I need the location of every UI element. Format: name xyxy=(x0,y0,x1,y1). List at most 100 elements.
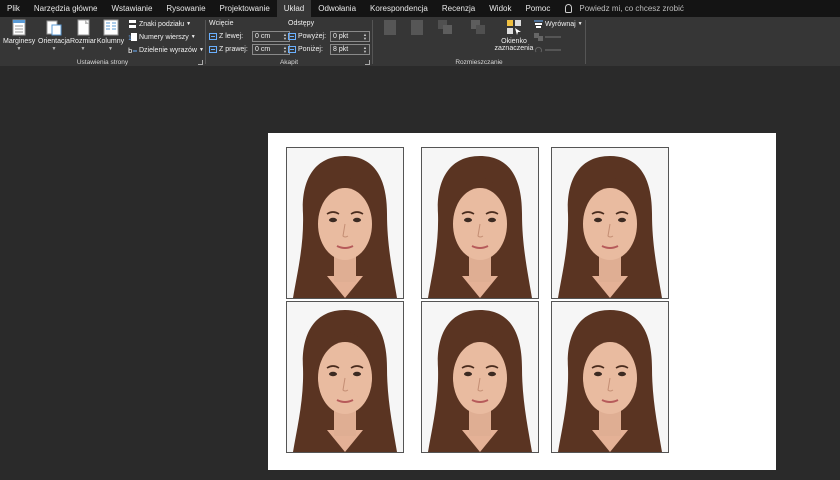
passport-photo[interactable] xyxy=(551,147,669,299)
spacing-heading: Odstępy xyxy=(288,20,315,27)
indent-right-icon xyxy=(209,46,217,53)
columns-button[interactable]: Kolumny ▼ xyxy=(96,19,125,52)
spacing-after-field[interactable]: 8 pkt ▲ ▼ xyxy=(330,44,370,55)
rotate-button[interactable] xyxy=(534,46,561,54)
arrange-group: Okienko zaznaczenia Wyrównaj ▼ Rozmieszc… xyxy=(373,17,585,67)
chevron-down-icon: ▼ xyxy=(186,21,192,27)
send-backward-button[interactable] xyxy=(465,19,491,38)
group-objects-icon xyxy=(534,33,543,41)
spacing-after-label: Poniżej: xyxy=(298,46,323,53)
dialog-launcher-icon[interactable] xyxy=(198,60,203,65)
columns-label: Kolumny xyxy=(96,38,125,45)
hyphenation-label: Dzielenie wyrazów xyxy=(139,46,197,54)
page-setup-group: Marginesy ▼ Orientacja ▼ Rozmiar ▼ Kolum… xyxy=(0,17,205,67)
tab-draw[interactable]: Rysowanie xyxy=(159,0,212,17)
spinner-arrows-icon[interactable]: ▲ ▼ xyxy=(363,45,367,54)
tab-references[interactable]: Odwołania xyxy=(311,0,363,17)
tab-help[interactable]: Pomoc xyxy=(518,0,557,17)
tell-me-search[interactable]: Powiedz mi, co chcesz zrobić xyxy=(565,4,684,13)
position-icon xyxy=(382,19,398,36)
portrait-image xyxy=(552,302,668,452)
spacing-before-icon xyxy=(288,33,296,40)
align-icon xyxy=(534,20,543,28)
spacing-after-icon xyxy=(288,46,296,53)
spinner-arrows-icon[interactable]: ▲ ▼ xyxy=(283,45,287,54)
passport-photo[interactable] xyxy=(551,301,669,453)
dialog-launcher-icon[interactable] xyxy=(365,60,370,65)
margins-icon xyxy=(11,19,27,36)
indent-left-label: Z lewej: xyxy=(219,33,244,40)
rotate-label-placeholder xyxy=(545,49,561,51)
spacing-after-row: Poniżej: 8 pkt ▲ ▼ xyxy=(288,44,370,55)
hyphenation-button[interactable]: b Dzielenie wyrazów ▼ xyxy=(128,46,204,56)
chevron-down-icon: ▼ xyxy=(577,21,583,27)
indent-heading: Wcięcie xyxy=(209,20,234,27)
tab-review[interactable]: Recenzja xyxy=(435,0,482,17)
size-label: Rozmiar xyxy=(70,38,97,45)
arrange-group-label: Rozmieszczanie xyxy=(455,59,503,66)
tab-insert[interactable]: Wstawianie xyxy=(104,0,159,17)
group-label-placeholder xyxy=(545,36,561,38)
spinner-arrows-icon[interactable]: ▲ ▼ xyxy=(363,32,367,41)
breaks-button[interactable]: Znaki podziału ▼ xyxy=(128,20,191,28)
indent-left-icon xyxy=(209,33,217,40)
svg-text:1: 1 xyxy=(128,35,132,41)
indent-left-value: 0 cm xyxy=(255,33,271,40)
svg-text:b: b xyxy=(128,47,133,54)
passport-photo[interactable] xyxy=(286,301,404,453)
align-button[interactable]: Wyrównaj ▼ xyxy=(534,20,583,28)
breaks-label: Znaki podziału xyxy=(139,20,185,28)
rotate-icon xyxy=(534,46,543,54)
paragraph-group: Wcięcie Odstępy Z lewej: 0 cm ▲ ▼ Z prawe… xyxy=(206,17,372,67)
portrait-image xyxy=(552,148,668,298)
position-button[interactable] xyxy=(378,19,402,38)
passport-photo[interactable] xyxy=(286,147,404,299)
page-setup-group-label: Ustawienia strony xyxy=(76,59,129,66)
passport-photo[interactable] xyxy=(421,301,539,453)
line-numbers-label: Numery wierszy xyxy=(139,33,189,41)
group-divider xyxy=(585,20,586,64)
tab-view[interactable]: Widok xyxy=(482,0,518,17)
group-button[interactable] xyxy=(534,33,561,41)
document-page[interactable] xyxy=(268,133,776,470)
line-numbers-button[interactable]: 1 Numery wierszy ▼ xyxy=(128,33,196,42)
orientation-label: Orientacja xyxy=(38,38,70,45)
tab-design[interactable]: Projektowanie xyxy=(213,0,277,17)
spinner-arrows-icon[interactable]: ▲ ▼ xyxy=(283,32,287,41)
margins-button[interactable]: Marginesy ▼ xyxy=(3,19,35,52)
selection-pane-button[interactable]: Okienko zaznaczenia xyxy=(494,19,534,52)
bring-forward-button[interactable] xyxy=(432,19,458,38)
passport-photo[interactable] xyxy=(421,147,539,299)
spacing-before-label: Powyżej: xyxy=(298,33,327,40)
selection-pane-label-2: zaznaczenia xyxy=(494,45,534,52)
line-numbers-icon: 1 xyxy=(128,33,137,42)
portrait-image xyxy=(287,148,403,298)
tab-plik[interactable]: Plik xyxy=(0,0,27,17)
portrait-image xyxy=(422,148,538,298)
wrap-text-button[interactable] xyxy=(405,19,429,38)
chevron-down-icon: ▼ xyxy=(80,46,86,52)
tab-layout[interactable]: Układ xyxy=(276,0,312,17)
indent-right-field[interactable]: 0 cm ▲ ▼ xyxy=(252,44,290,55)
lightbulb-icon xyxy=(565,4,573,13)
margins-label: Marginesy xyxy=(3,38,36,45)
chevron-down-icon: ▼ xyxy=(16,46,22,52)
size-button[interactable]: Rozmiar ▼ xyxy=(70,19,96,52)
indent-left-field[interactable]: 0 cm ▲ ▼ xyxy=(252,31,290,42)
spacing-before-value: 0 pkt xyxy=(333,33,349,40)
orientation-button[interactable]: Orientacja ▼ xyxy=(37,19,71,52)
indent-right-label: Z prawej: xyxy=(219,46,248,53)
document-canvas[interactable] xyxy=(0,68,840,480)
bring-forward-icon xyxy=(437,19,453,36)
send-backward-icon xyxy=(470,19,486,36)
chevron-down-icon: ▼ xyxy=(198,47,204,53)
spacing-before-field[interactable]: 0 pkt ▲ ▼ xyxy=(330,31,370,42)
ribbon-tab-bar: Plik Narzędzia główne Wstawianie Rysowan… xyxy=(0,0,840,17)
tab-mailings[interactable]: Korespondencja xyxy=(363,0,435,17)
selection-pane-label-1: Okienko xyxy=(501,38,527,45)
spacing-before-row: Powyżej: 0 pkt ▲ ▼ xyxy=(288,31,370,42)
tab-home[interactable]: Narzędzia główne xyxy=(27,0,105,17)
tell-me-label: Powiedz mi, co chcesz zrobić xyxy=(579,4,684,13)
selection-pane-icon xyxy=(506,19,522,36)
chevron-down-icon: ▼ xyxy=(51,46,57,52)
